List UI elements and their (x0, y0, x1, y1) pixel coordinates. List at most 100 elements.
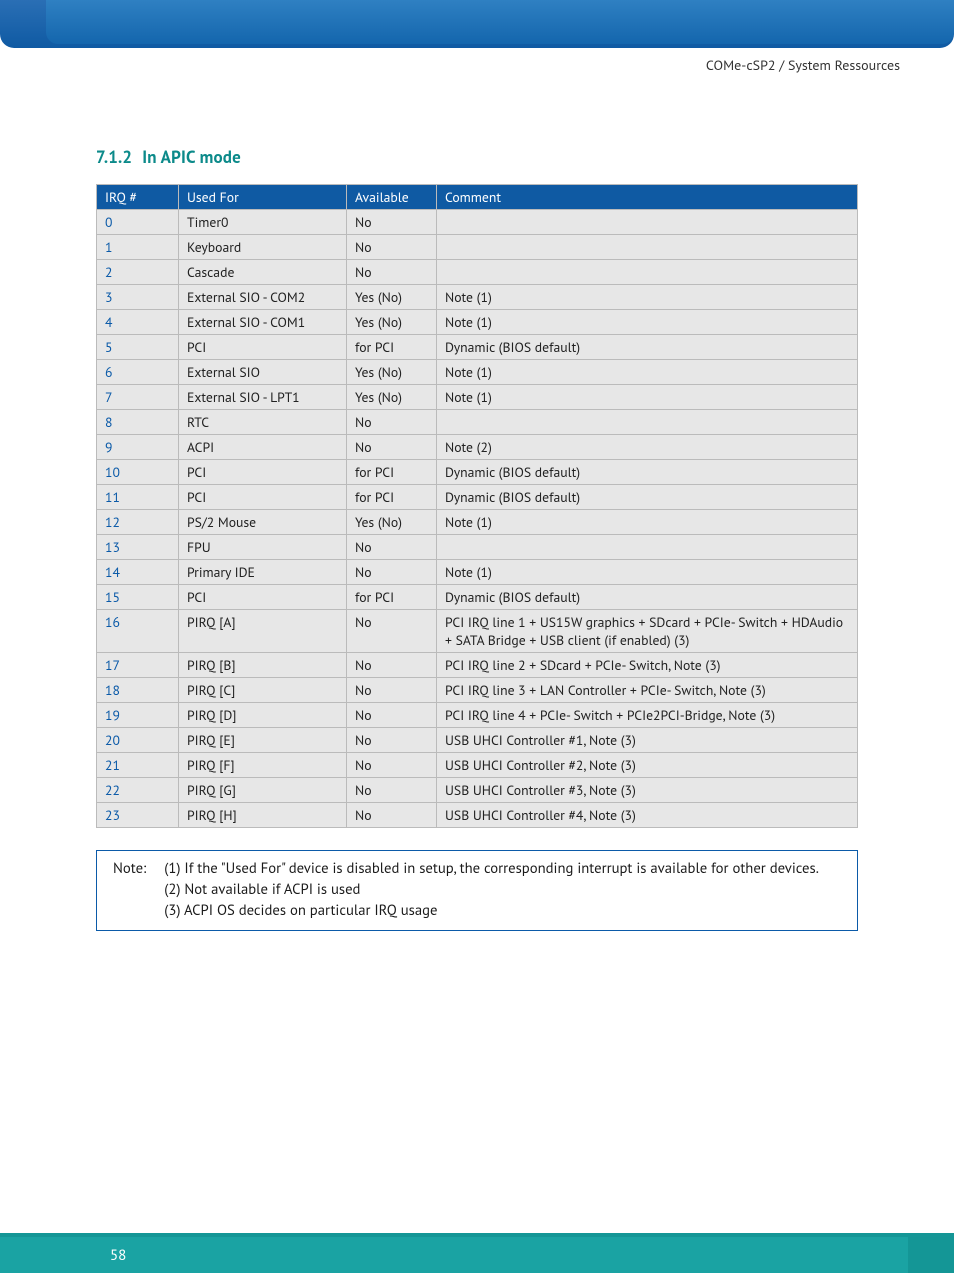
note-body: (1) If the "Used For" device is disabled… (164, 859, 819, 922)
cell-used-for: External SIO - COM1 (179, 310, 347, 335)
cell-available: No (347, 753, 437, 778)
cell-available: Yes (No) (347, 510, 437, 535)
cell-available: No (347, 410, 437, 435)
cell-comment: PCI IRQ line 2 + SDcard + PCIe- Switch, … (437, 653, 858, 678)
cell-comment (437, 210, 858, 235)
table-row: 10PCIfor PCIDynamic (BIOS default) (97, 460, 858, 485)
cell-comment (437, 535, 858, 560)
cell-comment: Dynamic (BIOS default) (437, 335, 858, 360)
header-bar (0, 0, 954, 48)
cell-used-for: PIRQ [B] (179, 653, 347, 678)
cell-available: No (347, 803, 437, 828)
cell-available: No (347, 210, 437, 235)
col-header-used-for: Used For (179, 185, 347, 210)
table-row: 11PCIfor PCIDynamic (BIOS default) (97, 485, 858, 510)
cell-available: No (347, 260, 437, 285)
table-row: 19PIRQ [D]NoPCI IRQ line 4 + PCIe- Switc… (97, 703, 858, 728)
cell-used-for: PCI (179, 335, 347, 360)
cell-used-for: ACPI (179, 435, 347, 460)
cell-available: for PCI (347, 460, 437, 485)
page-number: 58 (110, 1246, 126, 1265)
note-label: Note: (113, 859, 146, 922)
table-row: 7External SIO - LPT1Yes (No)Note (1) (97, 385, 858, 410)
cell-comment: PCI IRQ line 1 + US15W graphics + SDcard… (437, 610, 858, 653)
cell-comment: Note (1) (437, 310, 858, 335)
cell-available: No (347, 610, 437, 653)
cell-irq: 13 (97, 535, 179, 560)
table-row: 18PIRQ [C]NoPCI IRQ line 3 + LAN Control… (97, 678, 858, 703)
table-row: 20PIRQ [E]NoUSB UHCI Controller #1, Note… (97, 728, 858, 753)
section-title: In APIC mode (142, 146, 241, 168)
table-row: 1KeyboardNo (97, 235, 858, 260)
cell-used-for: PS/2 Mouse (179, 510, 347, 535)
cell-used-for: External SIO - LPT1 (179, 385, 347, 410)
table-row: 8RTCNo (97, 410, 858, 435)
col-header-irq: IRQ # (97, 185, 179, 210)
cell-available: No (347, 778, 437, 803)
cell-used-for: Timer0 (179, 210, 347, 235)
table-row: 6External SIOYes (No)Note (1) (97, 360, 858, 385)
cell-irq: 21 (97, 753, 179, 778)
footer-bar: 58 (0, 1233, 954, 1273)
cell-comment: PCI IRQ line 3 + LAN Controller + PCIe- … (437, 678, 858, 703)
cell-comment: Dynamic (BIOS default) (437, 485, 858, 510)
cell-comment: USB UHCI Controller #2, Note (3) (437, 753, 858, 778)
cell-available: Yes (No) (347, 385, 437, 410)
table-row: 12PS/2 MouseYes (No)Note (1) (97, 510, 858, 535)
cell-irq: 23 (97, 803, 179, 828)
cell-available: for PCI (347, 485, 437, 510)
cell-irq: 3 (97, 285, 179, 310)
irq-table: IRQ # Used For Available Comment 0Timer0… (96, 184, 858, 828)
cell-comment (437, 235, 858, 260)
cell-used-for: Cascade (179, 260, 347, 285)
cell-irq: 20 (97, 728, 179, 753)
table-row: 4External SIO - COM1Yes (No)Note (1) (97, 310, 858, 335)
cell-comment: USB UHCI Controller #4, Note (3) (437, 803, 858, 828)
cell-used-for: External SIO (179, 360, 347, 385)
cell-used-for: External SIO - COM2 (179, 285, 347, 310)
page-content: 7.1.2 In APIC mode IRQ # Used For Availab… (96, 146, 858, 931)
table-row: 0Timer0No (97, 210, 858, 235)
cell-available: No (347, 703, 437, 728)
note-line-3: (3) ACPI OS decides on particular IRQ us… (164, 901, 819, 922)
section-number: 7.1.2 (96, 146, 132, 168)
cell-comment: Note (1) (437, 560, 858, 585)
cell-comment: Dynamic (BIOS default) (437, 460, 858, 485)
cell-irq: 19 (97, 703, 179, 728)
cell-comment: USB UHCI Controller #1, Note (3) (437, 728, 858, 753)
cell-irq: 8 (97, 410, 179, 435)
cell-used-for: Keyboard (179, 235, 347, 260)
cell-irq: 2 (97, 260, 179, 285)
note-box: Note: (1) If the "Used For" device is di… (96, 850, 858, 931)
cell-available: for PCI (347, 585, 437, 610)
cell-irq: 0 (97, 210, 179, 235)
cell-used-for: PIRQ [E] (179, 728, 347, 753)
cell-irq: 5 (97, 335, 179, 360)
cell-available: No (347, 560, 437, 585)
cell-used-for: PIRQ [A] (179, 610, 347, 653)
col-header-available: Available (347, 185, 437, 210)
cell-irq: 22 (97, 778, 179, 803)
table-row: 5PCIfor PCIDynamic (BIOS default) (97, 335, 858, 360)
section-heading: 7.1.2 In APIC mode (96, 146, 858, 168)
table-header-row: IRQ # Used For Available Comment (97, 185, 858, 210)
cell-irq: 6 (97, 360, 179, 385)
cell-used-for: Primary IDE (179, 560, 347, 585)
cell-used-for: PIRQ [D] (179, 703, 347, 728)
cell-available: No (347, 535, 437, 560)
cell-available: Yes (No) (347, 360, 437, 385)
table-row: 9ACPINoNote (2) (97, 435, 858, 460)
cell-irq: 9 (97, 435, 179, 460)
cell-irq: 12 (97, 510, 179, 535)
cell-used-for: FPU (179, 535, 347, 560)
header-bar-inner (46, 0, 954, 44)
cell-irq: 16 (97, 610, 179, 653)
cell-irq: 11 (97, 485, 179, 510)
table-row: 14Primary IDENoNote (1) (97, 560, 858, 585)
cell-available: No (347, 653, 437, 678)
cell-available: Yes (No) (347, 310, 437, 335)
cell-used-for: RTC (179, 410, 347, 435)
cell-comment: Note (1) (437, 385, 858, 410)
cell-comment: Note (1) (437, 360, 858, 385)
cell-irq: 4 (97, 310, 179, 335)
